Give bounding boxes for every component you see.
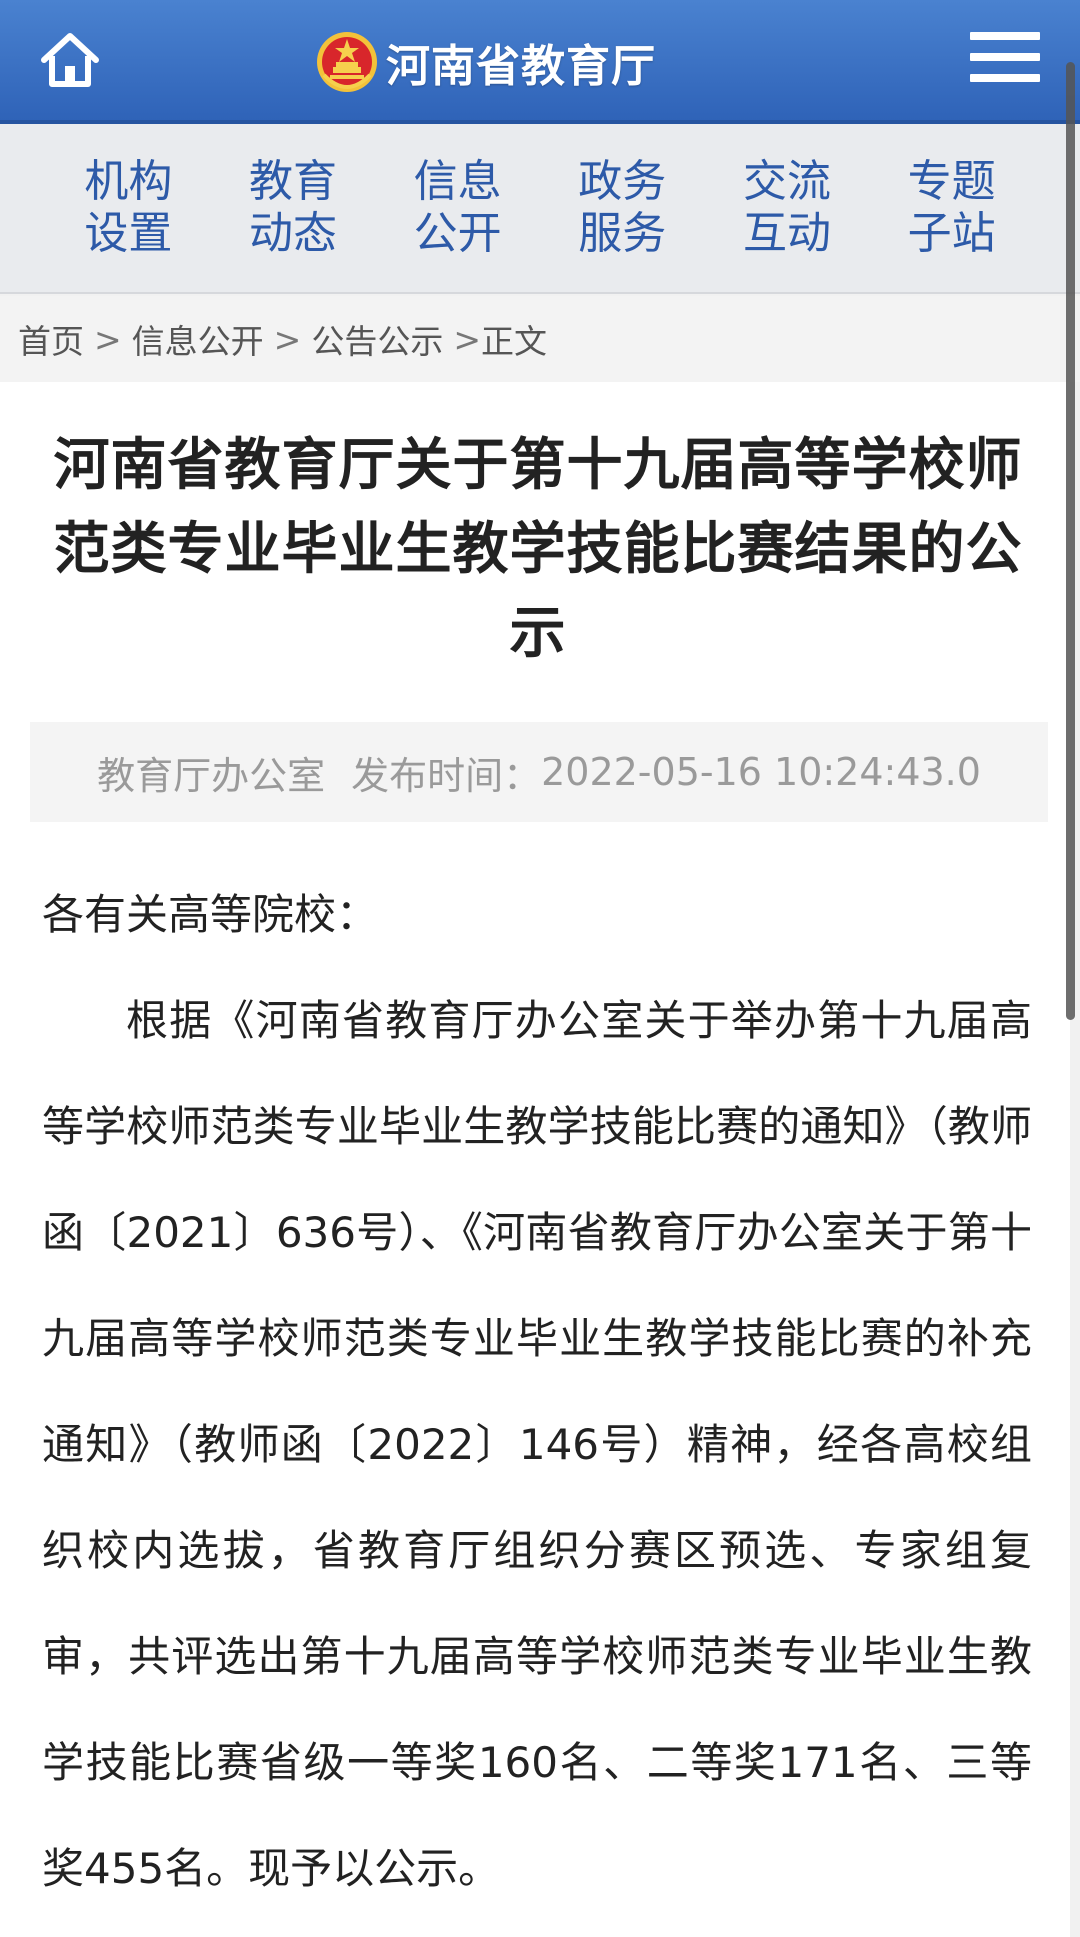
- site-title: 河南省教育厅: [386, 41, 656, 92]
- breadcrumb-home-link[interactable]: 首页: [18, 315, 84, 363]
- home-button[interactable]: [38, 28, 102, 92]
- breadcrumb-notice-link[interactable]: 公告公示: [311, 315, 443, 363]
- article-container: 河南省教育厅关于第十九届高等学校师范类专业毕业生教学技能比赛结果的公示 教育厅办…: [0, 382, 1070, 1937]
- breadcrumb-separator: >: [453, 319, 481, 359]
- article-title: 河南省教育厅关于第十九届高等学校师范类专业毕业生教学技能比赛结果的公示: [53, 433, 1023, 666]
- nav-item-government-services[interactable]: 政务 服务: [572, 156, 672, 260]
- top-header-bar: 河南省教育厅: [0, 0, 1080, 124]
- publish-time-value: 2022-05-16 10:24:43.0: [541, 750, 981, 794]
- nav-item-education-news[interactable]: 教育 动态: [243, 156, 343, 260]
- article-meta: 教育厅办公室 发布时间： 2022-05-16 10:24:43.0: [30, 722, 1048, 822]
- nav-item-interaction[interactable]: 交流 互动: [737, 156, 837, 260]
- article-paragraph: 根据《河南省教育厅办公室关于举办第十九届高等学校师范类专业毕业生教学技能比赛的通…: [42, 996, 1032, 1893]
- breadcrumb-separator: >: [273, 319, 302, 359]
- breadcrumb-info-link[interactable]: 信息公开: [132, 315, 264, 363]
- breadcrumb: 首页 > 信息公开 > 公告公示 > 正文: [0, 296, 1080, 382]
- article-source: 教育厅办公室: [97, 753, 326, 798]
- publish-time-label: 发布时间：: [351, 753, 542, 798]
- breadcrumb-separator: >: [94, 319, 122, 359]
- article-salutation: 各有关高等院校：: [42, 890, 379, 939]
- scrollbar-thumb[interactable]: [1066, 62, 1075, 1020]
- menu-button[interactable]: [970, 32, 1040, 82]
- page: 河南省教育厅 机构 设置 教育 动态 信息 公开 政务 服务 交流 互动 专题 …: [0, 0, 1080, 1937]
- nav-item-topic-subsites[interactable]: 专题 子站: [902, 156, 1002, 260]
- breadcrumb-current: 正文: [480, 322, 547, 361]
- hamburger-menu-icon: [970, 32, 1040, 40]
- home-icon: [41, 33, 99, 87]
- site-brand[interactable]: 河南省教育厅: [316, 22, 656, 102]
- main-nav: 机构 设置 教育 动态 信息 公开 政务 服务 交流 互动 专题 子站: [0, 124, 1080, 294]
- article-body: 各有关高等院校： 根据《河南省教育厅办公室关于举办第十九届高等学校师范类专业毕业…: [42, 862, 1032, 1922]
- national-emblem-icon: [317, 32, 377, 92]
- nav-item-organization[interactable]: 机构 设置: [78, 156, 178, 260]
- nav-item-information-disclosure[interactable]: 信息 公开: [408, 156, 508, 260]
